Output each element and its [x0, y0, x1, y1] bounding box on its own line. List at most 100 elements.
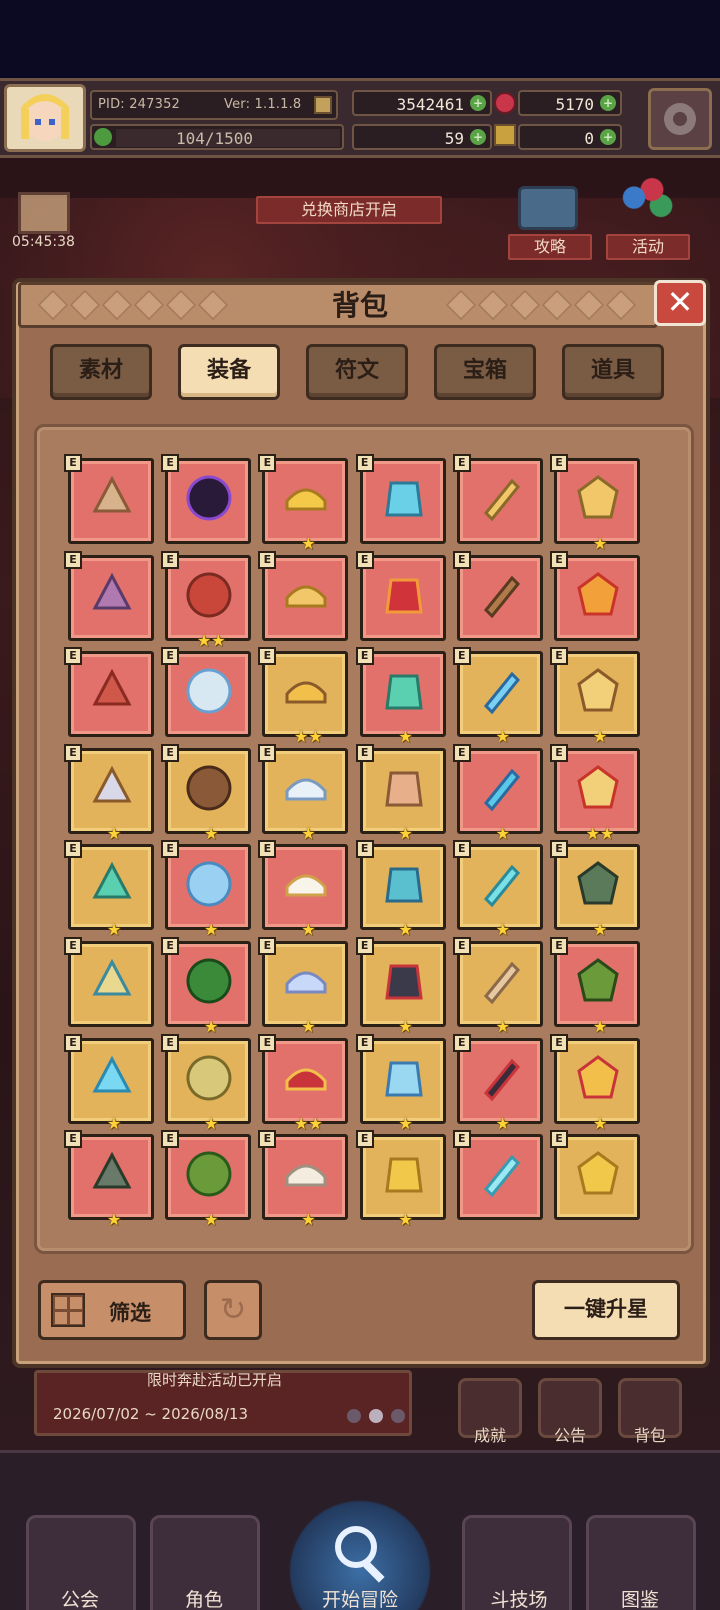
player-info-box: PID: 247352 Ver: 1.1.1.8	[90, 90, 338, 120]
item-slot-golden-rod[interactable]: E ★★	[258, 647, 349, 746]
item-slot-coral-fur[interactable]: E	[64, 647, 154, 738]
equip-badge: E	[452, 1033, 471, 1052]
item-slot-sun-robe[interactable]: E ★	[550, 1033, 640, 1133]
star-rating: ★	[398, 1113, 413, 1133]
star-rating: ★	[301, 534, 316, 553]
equip-badge: E	[64, 937, 82, 955]
item-slot-crimson-robe[interactable]: E ★★	[258, 1033, 349, 1133]
item-slot-crystal-bow[interactable]: E	[161, 647, 252, 738]
tab-equipment[interactable]: 装备	[178, 344, 280, 400]
item-slot-demon-armor[interactable]: E ★	[452, 1033, 543, 1133]
item-slot-horned-helm[interactable]: E	[452, 454, 543, 544]
item-slot-magic-lamp[interactable]: E	[64, 937, 154, 1027]
item-slot-bead-necklace[interactable]: E	[64, 550, 154, 641]
stamina-icon	[94, 128, 112, 146]
item-slot-moss-armor[interactable]: E ★	[64, 1130, 154, 1229]
item-slot-fire-ring[interactable]: E	[550, 550, 640, 641]
item-slot-jade-bow[interactable]: E ★	[355, 647, 446, 746]
gift-icon[interactable]	[18, 192, 70, 234]
item-slot-pastry-helmet[interactable]: E	[64, 454, 154, 544]
equip-badge: E	[161, 937, 180, 955]
item-slot-wood-mace[interactable]: E ★	[161, 743, 252, 843]
crystal-helmet-icon	[384, 481, 423, 517]
item-slot-gold-ring[interactable]: E	[258, 550, 349, 641]
item-slot-royal-shield[interactable]: E ★★	[550, 743, 640, 843]
item-slot-crystal-helmet[interactable]: E	[355, 454, 446, 544]
star-rating: ★	[301, 1017, 316, 1036]
settings-button[interactable]	[648, 88, 712, 150]
item-slot-frost-armor[interactable]: E ★	[355, 1033, 446, 1133]
nav-adventure-label: 开始冒险	[321, 1589, 398, 1610]
star-rating: ★	[592, 534, 608, 553]
item-slot-gold-vest[interactable]: E ★	[161, 1033, 252, 1133]
activity-button[interactable]: 活动	[606, 234, 690, 260]
tab-chests[interactable]: 宝箱	[434, 344, 536, 400]
equip-badge: E	[355, 647, 374, 666]
equip-badge: E	[161, 743, 180, 762]
page-dot[interactable]	[369, 1409, 383, 1423]
clover-add-icon[interactable]: +	[470, 129, 486, 145]
player-avatar[interactable]	[4, 84, 86, 152]
item-slot-frost-dagger[interactable]: E ★	[161, 840, 252, 939]
item-slot-blue-wand[interactable]: E ★	[452, 647, 543, 746]
star-rating: ★★	[294, 1113, 323, 1133]
item-slot-gem-scepter[interactable]: E ★	[550, 647, 640, 746]
guide-button[interactable]: 攻略	[508, 234, 592, 260]
item-slot-leaf-cloak[interactable]: E ★	[550, 937, 640, 1036]
event-banner[interactable]: 限时奔赴活动已开启 2026/07/02 ~ 2026/08/13	[34, 1370, 412, 1436]
star-rating: ★	[301, 920, 316, 940]
page-dot[interactable]	[391, 1409, 405, 1423]
equip-badge: E	[452, 743, 471, 762]
copy-icon[interactable]	[314, 96, 332, 114]
equip-badge: E	[452, 550, 471, 569]
white-shield-icon	[285, 874, 327, 897]
star-rating: ★	[106, 1210, 122, 1230]
item-slot-gold-plate[interactable]: E ★	[355, 1130, 446, 1229]
chat-icon[interactable]	[518, 186, 578, 230]
item-slot-silver-mace[interactable]: E ★	[258, 743, 349, 843]
item-slot-red-blades[interactable]: E	[355, 550, 446, 641]
gold-add-icon[interactable]: +	[470, 95, 486, 111]
item-slot-aqua-shield[interactable]: E ★	[355, 840, 446, 939]
refresh-button[interactable]: ↻	[204, 1280, 262, 1340]
item-slot-ice-hammer[interactable]: E ★	[452, 743, 543, 843]
item-slot-teal-spear[interactable]: E ★	[64, 840, 154, 939]
gear-icon	[664, 103, 696, 135]
item-slot-wooden-staff[interactable]: E	[452, 550, 543, 641]
gold-amount: 3542461	[396, 95, 464, 114]
gem-add-icon[interactable]: +	[600, 95, 616, 111]
clover-amount: 59	[444, 129, 464, 148]
item-slot-ice-cloak[interactable]: E ★	[64, 1033, 154, 1133]
filter-button[interactable]: 筛选	[38, 1280, 186, 1340]
equip-badge: E	[161, 1130, 180, 1149]
key-add-icon[interactable]: +	[600, 129, 616, 145]
item-slot-dark-armor[interactable]: E ★	[355, 937, 446, 1036]
item-slot-tan-cloak[interactable]: E ★	[452, 937, 543, 1036]
item-slot-heart-amulet[interactable]: E ★	[550, 454, 640, 553]
star-rating: ★	[398, 1017, 413, 1036]
item-slot-green-cloak[interactable]: E ★	[161, 937, 252, 1036]
page-dot[interactable]	[347, 1409, 361, 1423]
equip-badge: E	[452, 1130, 471, 1149]
panel-title: 背包	[331, 289, 388, 322]
item-slot-forest-robe[interactable]: E ★	[161, 1130, 252, 1229]
item-slot-battle-axe[interactable]: E ★	[64, 743, 154, 843]
upgrade-all-button[interactable]: 一键升星	[532, 1280, 680, 1340]
item-slot-glacier-robe[interactable]: E	[452, 1130, 543, 1221]
item-slot-dark-orb[interactable]: E	[161, 454, 252, 544]
item-slot-white-shield[interactable]: E ★	[258, 840, 349, 939]
item-slot-ivory-robe[interactable]: E ★	[258, 1130, 349, 1229]
item-slot-stone-orb[interactable]: E ★	[550, 840, 640, 939]
item-slot-silver-crown[interactable]: E ★	[258, 937, 349, 1036]
item-slot-aqua-orb[interactable]: E ★	[452, 840, 543, 939]
tab-props[interactable]: 道具	[562, 344, 664, 400]
tab-runes[interactable]: 符文	[306, 344, 408, 400]
item-slot-amber-scepter[interactable]: E ★	[355, 743, 446, 843]
item-slot-straw-hat[interactable]: E ★	[258, 454, 349, 553]
tab-materials[interactable]: 素材	[50, 344, 152, 400]
item-slot-amber-plate[interactable]: E	[550, 1130, 640, 1221]
balloons-icon[interactable]	[616, 176, 676, 230]
item-slot-ruby-goblet[interactable]: E ★★	[161, 550, 252, 650]
close-button[interactable]: ✕	[654, 280, 706, 326]
equip-badge: E	[161, 647, 180, 666]
